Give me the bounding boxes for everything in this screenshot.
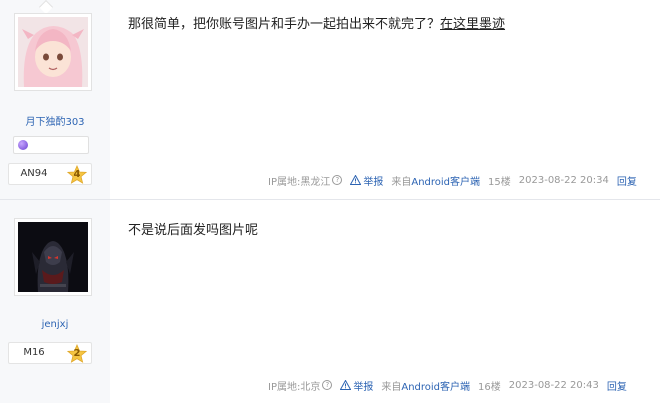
post-text: 不是说后面发吗图片呢 (128, 223, 259, 238)
level-star-icon: 4 (67, 165, 87, 185)
level-star-icon: 2 (67, 344, 87, 364)
avatar-frame[interactable] (14, 13, 92, 91)
gem-icon (18, 140, 28, 150)
floor-number: 15楼 (488, 176, 511, 188)
warning-icon (340, 380, 352, 390)
client-link[interactable]: Android客户端 (411, 173, 480, 188)
ip-location: 北京 (300, 381, 321, 393)
report-label: 举报 (353, 381, 374, 393)
ip-label: IP属地: (268, 381, 301, 393)
level-name: AN94 (20, 168, 48, 179)
user-level[interactable]: M16 2 (8, 342, 92, 364)
level-number: 4 (73, 169, 81, 180)
from-prefix: 来自 (381, 381, 402, 393)
help-icon[interactable]: ? (322, 380, 333, 390)
level-name: M16 (23, 347, 45, 358)
post-text: 那很简单，把你账号图片和手办一起拍出来不就完了？ (128, 17, 441, 32)
ip-location: 黑龙江 (300, 176, 331, 188)
post-16: jenjxj M16 2 不是说后面发吗图片呢 IP属地: 北京 ? 举报 来自… (0, 200, 660, 403)
avatar-pointer (38, 0, 54, 15)
reply-button[interactable]: 回复 (607, 378, 627, 393)
avatar-frame[interactable] (14, 218, 92, 296)
post-content: 不是说后面发吗图片呢 (128, 222, 258, 240)
post-time: 2023-08-22 20:43 (508, 379, 599, 391)
user-level[interactable]: AN94 4 (8, 163, 92, 185)
post-15: 月下独酌303 AN94 4 那很简单，把你账号图片和手办一起拍出来不就完了？在… (0, 0, 660, 200)
from-prefix: 来自 (391, 176, 412, 188)
post-content: 那很简单，把你账号图片和手办一起拍出来不就完了？在这里墨迹 (128, 16, 505, 34)
report-button[interactable]: 举报 (350, 173, 383, 188)
username[interactable]: 月下独酌303 (0, 113, 110, 128)
post-text-underlined: 在这里墨迹 (440, 17, 506, 32)
post-time: 2023-08-22 20:34 (518, 174, 609, 186)
member-badge[interactable] (13, 136, 89, 154)
report-label: 举报 (363, 176, 384, 188)
help-icon[interactable]: ? (332, 175, 343, 185)
avatar[interactable] (18, 17, 88, 87)
post-meta: IP属地: 北京 ? 举报 来自 Android客户端 16楼 2023-08-… (268, 378, 627, 393)
floor-number: 16楼 (478, 381, 501, 393)
ip-label: IP属地: (268, 176, 301, 188)
warning-icon (350, 175, 362, 185)
username[interactable]: jenjxj (0, 319, 110, 330)
post-meta: IP属地: 黑龙江 ? 举报 来自 Android客户端 15楼 2023-08… (268, 173, 637, 188)
reply-button[interactable]: 回复 (617, 173, 637, 188)
report-button[interactable]: 举报 (340, 378, 373, 393)
client-link[interactable]: Android客户端 (401, 378, 470, 393)
avatar[interactable] (18, 222, 88, 292)
level-number: 2 (73, 348, 81, 359)
